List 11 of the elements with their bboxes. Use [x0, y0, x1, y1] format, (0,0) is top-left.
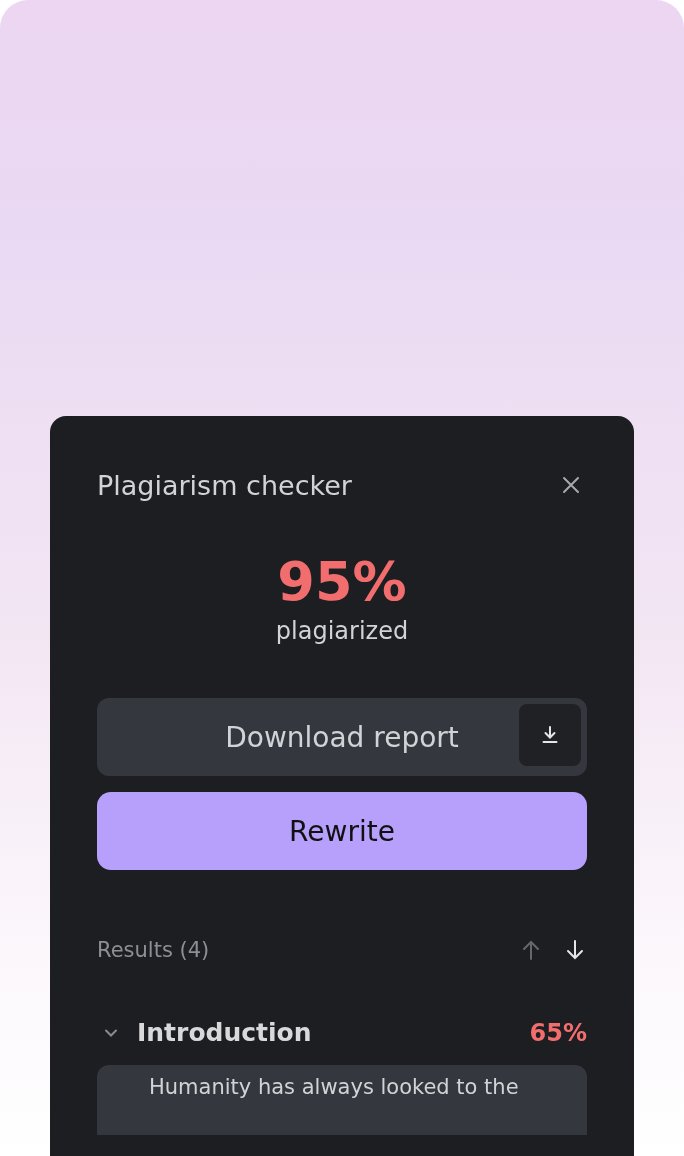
excerpt-text: Humanity has always looked to the — [149, 1075, 519, 1099]
section-score: 65% — [529, 1018, 587, 1047]
close-icon[interactable] — [561, 475, 581, 495]
download-report-button[interactable]: Download report — [97, 698, 587, 776]
results-heading: Results (4) — [97, 938, 210, 962]
download-icon[interactable] — [519, 704, 581, 766]
score-label: plagiarized — [275, 616, 409, 647]
rewrite-button[interactable]: Rewrite — [97, 792, 587, 870]
dialog-title: Plagiarism checker — [97, 469, 352, 501]
plagiarism-score: 95% — [277, 550, 407, 614]
section-title[interactable]: Introduction — [137, 1018, 312, 1047]
